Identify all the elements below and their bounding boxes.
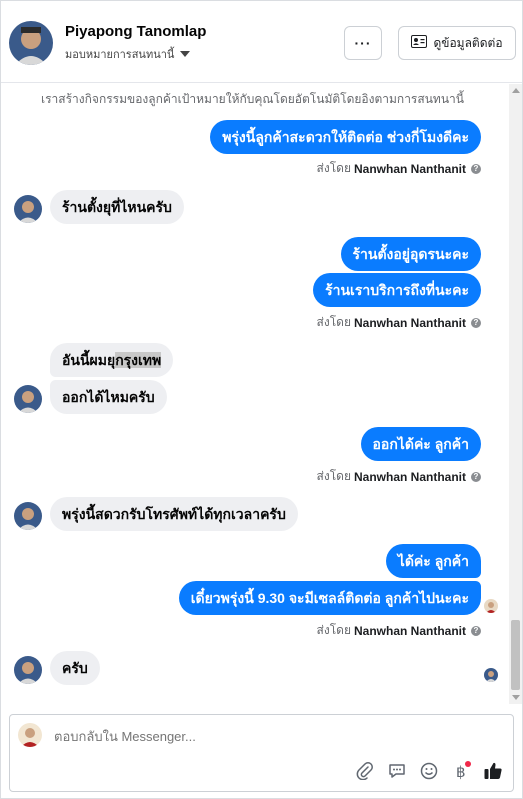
reply-input[interactable]	[54, 729, 434, 744]
message-incoming[interactable]: ร้านตั้งยุที่ไหนครับ	[50, 190, 184, 224]
sent-by-prefix: ส่งโดย	[316, 469, 351, 483]
view-contact-label: ดูข้อมูลติดต่อ	[433, 35, 503, 50]
conversation-panel: Piyapong Tanomlap มอบหมายการสนทนานี้ ···…	[0, 0, 523, 799]
message-outgoing[interactable]: ร้านเราบริการถึงที่นะคะ	[313, 273, 481, 307]
attachment-icon[interactable]	[355, 761, 375, 781]
agent-name: Nanwhan Nanthanit	[353, 469, 466, 484]
assign-label: มอบหมายการสนทนานี้	[65, 49, 175, 61]
customer-avatar-small	[14, 195, 42, 223]
svg-text:฿: ฿	[456, 763, 466, 780]
customer-avatar[interactable]	[9, 21, 53, 65]
sent-by-line: ส่งโดย Nanwhan Nanthanit ?	[317, 313, 481, 332]
sent-by-prefix: ส่งโดย	[316, 315, 351, 329]
sent-by-line: ส่งโดย Nanwhan Nanthanit ?	[317, 467, 481, 486]
agent-name: Nanwhan Nanthanit	[353, 161, 466, 176]
view-contact-button[interactable]: ดูข้อมูลติดต่อ	[398, 26, 516, 60]
sent-by-line: ส่งโดย Nanwhan Nanthanit ?	[317, 159, 481, 178]
reply-composer: ฿	[9, 714, 514, 792]
customer-avatar-small	[14, 385, 42, 413]
composer-toolbar: ฿	[355, 761, 503, 781]
message-incoming[interactable]: อันนี้ผมยุกรุงเทพ	[50, 343, 174, 377]
message-outgoing[interactable]: ร้านตั้งอยู่อุดรนะคะ	[340, 237, 481, 271]
scroll-down-arrow-icon[interactable]	[512, 695, 520, 700]
message-outgoing[interactable]: ได้ค่ะ ลูกค้า	[385, 544, 481, 578]
caret-down-icon	[180, 51, 191, 57]
conversation-header: Piyapong Tanomlap มอบหมายการสนทนานี้ ···…	[1, 1, 522, 83]
seen-indicator-avatar	[484, 599, 498, 613]
highlighted-text: กรุงเทพ	[115, 352, 162, 368]
scroll-thumb[interactable]	[511, 620, 520, 690]
assign-conversation-dropdown[interactable]: มอบหมายการสนทนานี้	[65, 45, 191, 63]
message-incoming[interactable]: ครับ	[50, 651, 100, 685]
sent-by-prefix: ส่งโดย	[316, 161, 351, 175]
message-list: เราสร้างกิจกรรมของลูกค้าเป้าหมายให้กับคุ…	[1, 84, 509, 704]
emoji-icon[interactable]	[419, 761, 439, 781]
help-icon[interactable]: ?	[471, 625, 481, 636]
customer-avatar-small	[14, 656, 42, 684]
agent-name: Nanwhan Nanthanit	[353, 315, 466, 330]
agent-name: Nanwhan Nanthanit	[353, 623, 466, 638]
saved-replies-icon[interactable]	[387, 761, 407, 781]
notification-dot	[465, 761, 471, 767]
help-icon[interactable]: ?	[471, 163, 481, 174]
sent-by-line: ส่งโดย Nanwhan Nanthanit ?	[317, 621, 481, 640]
scroll-up-arrow-icon[interactable]	[512, 88, 520, 93]
customer-avatar-small	[14, 502, 42, 530]
agent-avatar	[18, 723, 42, 747]
auto-activity-notice: เราสร้างกิจกรรมของลูกค้าเป้าหมายให้กับคุ…	[41, 92, 464, 106]
help-icon[interactable]: ?	[471, 317, 481, 328]
message-outgoing[interactable]: พรุ่งนี้ลูกค้าสะดวกให้ติดต่อ ช่วงกี่โมงด…	[210, 120, 481, 154]
message-text: อันนี้ผมยุ	[62, 352, 116, 368]
payment-baht-icon[interactable]: ฿	[451, 761, 471, 781]
more-options-button[interactable]: ···	[344, 26, 382, 60]
message-outgoing[interactable]: ออกได้ค่ะ ลูกค้า	[360, 427, 481, 461]
customer-name[interactable]: Piyapong Tanomlap	[65, 23, 206, 40]
message-incoming[interactable]: พรุ่งนี้สดวกรับโทรศัพท์ได้ทุกเวลาครับ	[50, 497, 298, 531]
contact-card-icon	[411, 35, 428, 51]
sent-by-prefix: ส่งโดย	[316, 623, 351, 637]
message-incoming[interactable]: ออกได้ไหมครับ	[50, 380, 167, 414]
seen-indicator-avatar	[484, 668, 498, 682]
message-outgoing[interactable]: เดี๋ยวพรุ่งนี้ 9.30 จะมีเซลล์ติดต่อ ลูกค…	[178, 581, 481, 615]
message-scrollbar[interactable]	[509, 84, 522, 704]
like-thumbs-up-icon[interactable]	[483, 761, 503, 781]
help-icon[interactable]: ?	[471, 471, 481, 482]
